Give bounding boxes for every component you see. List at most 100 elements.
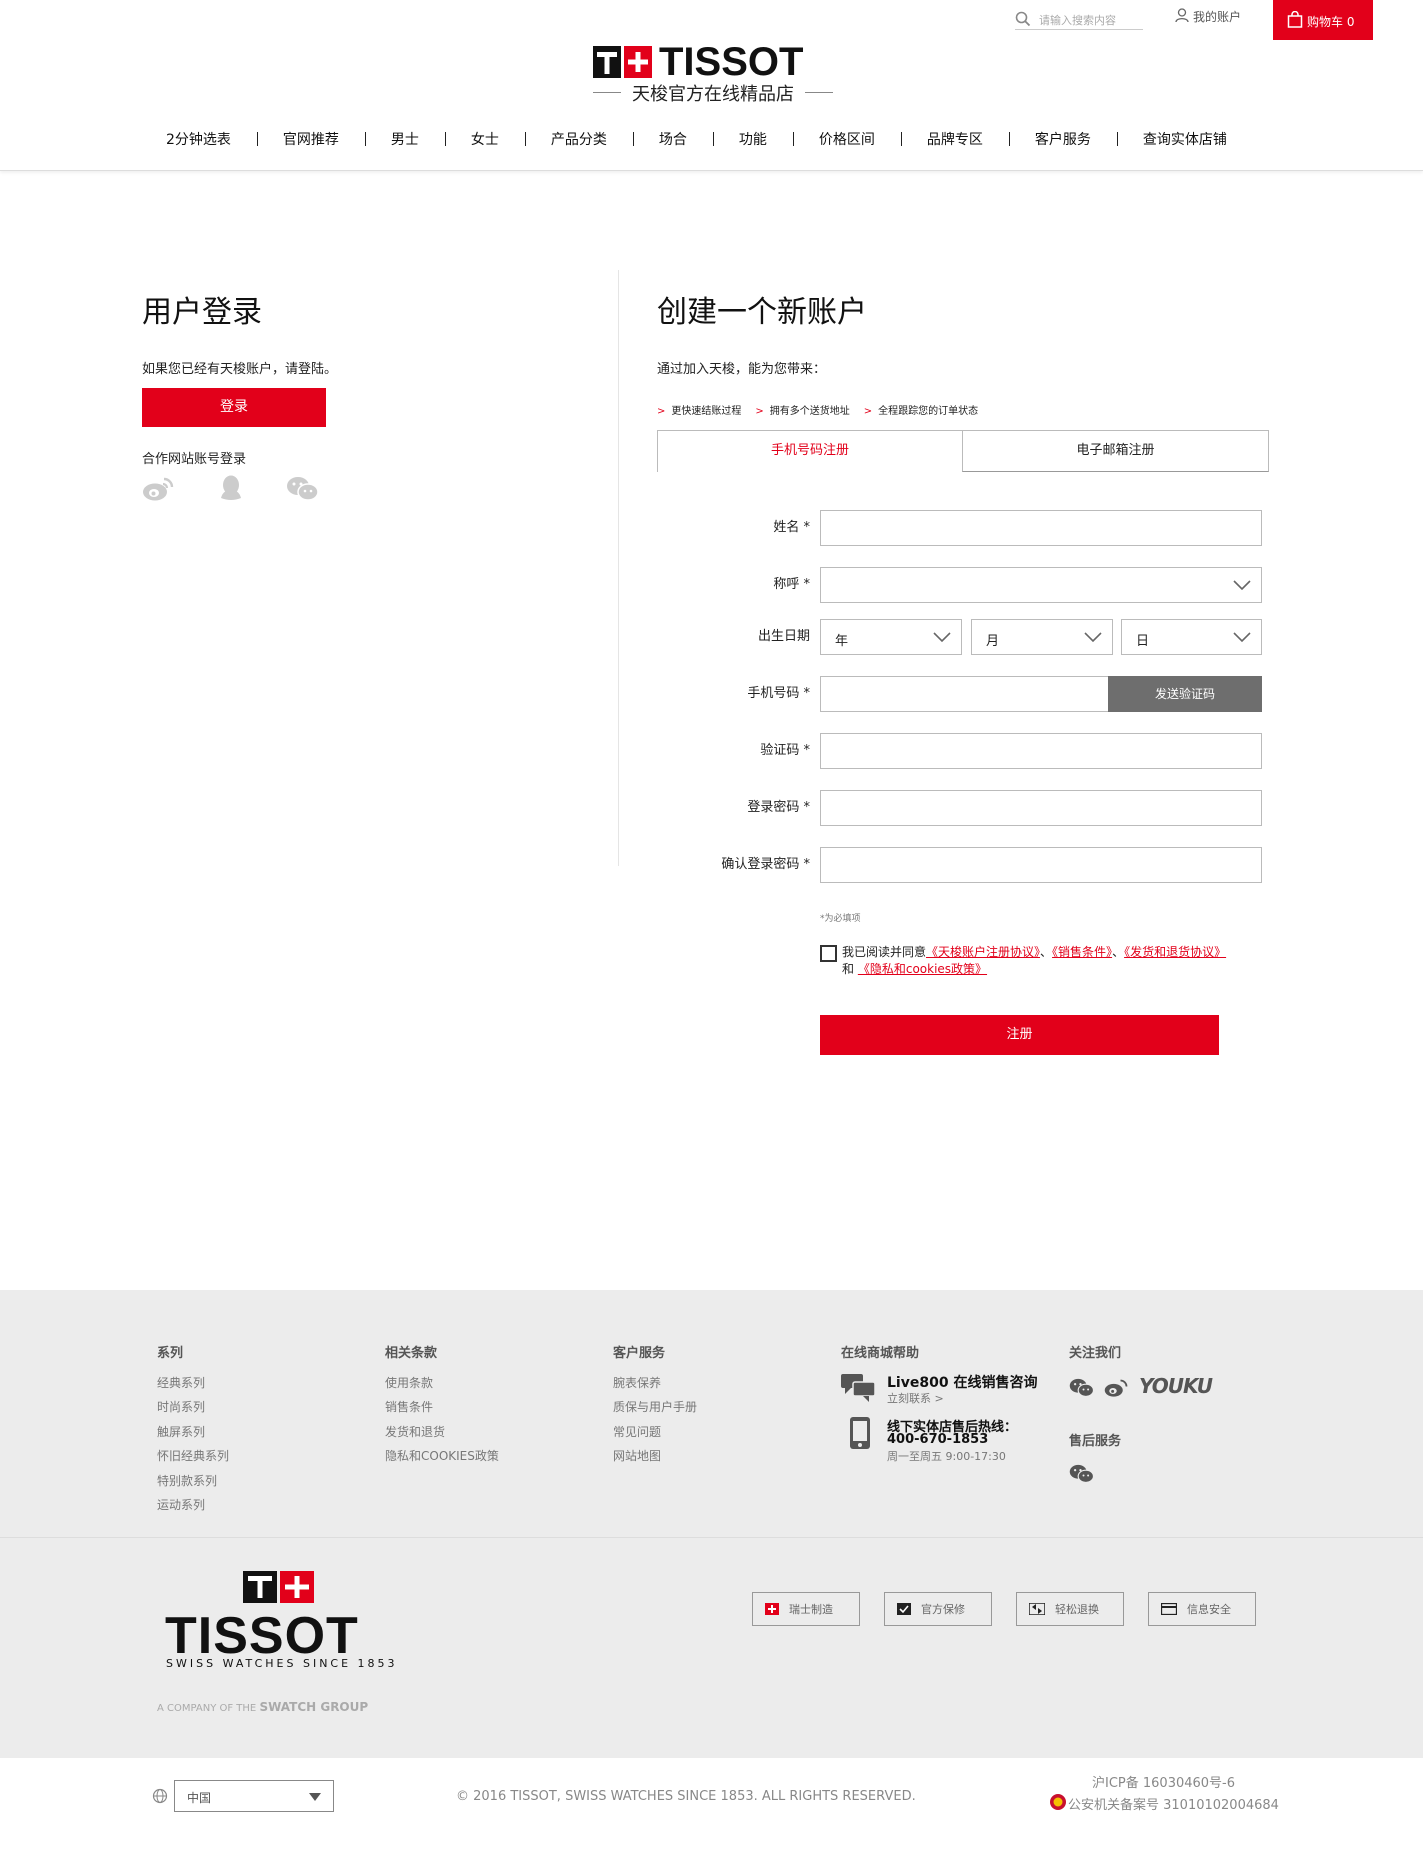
nav-item-brand[interactable]: 品牌专区 <box>900 129 1009 149</box>
chevron-down-icon <box>1084 632 1102 643</box>
nav-item-selector[interactable]: 2分钟选表 <box>140 129 257 149</box>
cart-button[interactable]: 购物车 0 <box>1273 0 1373 40</box>
benefit-item: > 拥有多个送货地址 <box>755 406 850 417</box>
footer-link[interactable]: 发货和退货 <box>385 1423 445 1440</box>
footer-link[interactable]: 触屏系列 <box>157 1423 205 1440</box>
footer-link[interactable]: 特别款系列 <box>157 1472 217 1489</box>
search-icon[interactable] <box>1015 11 1031 27</box>
footer-col-terms-title: 相关条款 <box>385 1346 438 1361</box>
footer-link[interactable]: 隐私和COOKIES政策 <box>385 1447 499 1464</box>
name-label: 姓名 * <box>773 520 810 535</box>
copyright-text: © 2016 TISSOT, SWISS WATCHES SINCE 1853.… <box>456 1789 916 1804</box>
swatch-prefix: A COMPANY OF THE <box>157 1703 257 1714</box>
send-code-button[interactable]: 发送验证码 <box>1108 676 1262 712</box>
register-submit-button[interactable]: 注册 <box>820 1015 1219 1055</box>
wechat-after-sales[interactable] <box>1069 1464 1095 1488</box>
password-field[interactable] <box>820 790 1262 826</box>
code-field[interactable] <box>820 733 1262 769</box>
sales-terms-link[interactable]: 《销售条件》 <box>1052 945 1112 959</box>
tab-phone-register[interactable]: 手机号码注册 <box>657 430 963 472</box>
qq-login[interactable] <box>217 474 245 506</box>
footer-link[interactable]: 销售条件 <box>385 1398 433 1415</box>
footer-link[interactable]: 经典系列 <box>157 1374 205 1391</box>
footer-link[interactable]: 质保与用户手册 <box>613 1398 697 1415</box>
nav-item-women[interactable]: 女士 <box>444 129 525 149</box>
tag-label: 信息安全 <box>1187 1603 1231 1616</box>
footer-link[interactable]: 常见问题 <box>613 1423 661 1440</box>
shopping-bag-icon <box>1287 11 1303 28</box>
qq-icon <box>221 475 241 500</box>
footer-link[interactable]: 怀旧经典系列 <box>157 1447 229 1464</box>
birth-year-select[interactable]: 年 <box>820 619 962 655</box>
register-description: 通过加入天梭，能为您带来： <box>657 362 827 377</box>
police-record[interactable]: 公安机关备案号 31010102004684 <box>1068 1794 1279 1813</box>
register-tabs: 手机号码注册 电子邮箱注册 <box>657 430 1269 472</box>
nav-item-service[interactable]: 客户服务 <box>1008 129 1117 149</box>
nav-item-stores[interactable]: 查询实体店铺 <box>1116 129 1253 149</box>
agree-separator: 、 <box>1040 945 1053 959</box>
footer-col-help-title: 在线商城帮助 <box>841 1346 920 1361</box>
tissot-cross-logo-icon <box>243 1571 314 1603</box>
wechat-login[interactable] <box>286 476 320 506</box>
login-button[interactable]: 登录 <box>142 388 326 427</box>
copyright-bar: 中国 © 2016 TISSOT, SWISS WATCHES SINCE 18… <box>0 1758 1423 1849</box>
live-chat-title[interactable]: Live800 在线销售咨询 <box>887 1372 1037 1392</box>
tab-email-register[interactable]: 电子邮箱注册 <box>962 430 1269 472</box>
footer-link[interactable]: 时尚系列 <box>157 1398 205 1415</box>
after-sales-title: 售后服务 <box>1069 1434 1122 1449</box>
login-description: 如果您已经有天梭账户，请登陆。 <box>142 362 338 377</box>
tag-returns: 轻松退换 <box>1016 1592 1124 1626</box>
wechat-follow[interactable] <box>1069 1378 1095 1402</box>
password-label: 登录密码 * <box>747 800 810 815</box>
birth-month-select[interactable]: 月 <box>971 619 1113 655</box>
my-account-link[interactable]: 我的账户 <box>1175 8 1241 25</box>
shipping-return-link[interactable]: 《发货和退货协议》 <box>1124 945 1226 959</box>
footer-col-follow-title: 关注我们 <box>1069 1346 1122 1361</box>
logo-wordmark: TISSOT <box>659 40 804 84</box>
search-box[interactable]: 请输入搜索内容 <box>1015 8 1143 30</box>
footer-link[interactable]: 腕表保养 <box>613 1374 661 1391</box>
privacy-policy-link[interactable]: 《隐私和cookies政策》 <box>858 962 987 976</box>
footer-link[interactable]: 运动系列 <box>157 1496 205 1513</box>
nav-item-recommend[interactable]: 官网推荐 <box>256 129 365 149</box>
search-input[interactable]: 请输入搜索内容 <box>1039 12 1116 28</box>
chevron-down-icon <box>1233 632 1251 643</box>
nav-item-men[interactable]: 男士 <box>364 129 445 149</box>
birth-year-value: 年 <box>835 634 849 649</box>
nav-item-categories[interactable]: 产品分类 <box>524 129 633 149</box>
confirm-password-field[interactable] <box>820 847 1262 883</box>
live-chat-link[interactable]: 立刻联系 > <box>887 1390 944 1406</box>
swiss-flag-icon <box>765 1603 779 1615</box>
footer-link[interactable]: 使用条款 <box>385 1374 433 1391</box>
weibo-follow[interactable] <box>1104 1378 1128 1402</box>
login-title: 用户登录 <box>142 295 262 330</box>
chevron-down-icon <box>1233 580 1251 591</box>
cart-label: 购物车 0 <box>1307 15 1355 29</box>
region-select[interactable]: 中国 <box>174 1780 334 1812</box>
weibo-login[interactable] <box>142 476 174 506</box>
footer-brand: TISSOT SWISS WATCHES SINCE 1853 A COMPAN… <box>0 1538 1423 1758</box>
name-field[interactable] <box>820 510 1262 546</box>
user-icon <box>1175 8 1189 23</box>
youku-link[interactable]: YOUKU <box>1139 1374 1213 1398</box>
tag-swiss-made: 瑞士制造 <box>752 1592 860 1626</box>
live-chat-icon <box>841 1372 876 1406</box>
region-value: 中国 <box>187 1791 212 1805</box>
nav-item-occasion[interactable]: 场合 <box>632 129 713 149</box>
icp-record[interactable]: 沪ICP备 16030460号-6 <box>1092 1772 1235 1791</box>
tag-warranty: 官方保修 <box>884 1592 992 1626</box>
phone-label: 手机号码 * <box>747 686 810 701</box>
phone-field[interactable] <box>820 676 1109 712</box>
confirm-password-label: 确认登录密码 * <box>721 857 810 872</box>
footer-link[interactable]: 网站地图 <box>613 1447 661 1464</box>
swatch-line: A COMPANY OF THE SWATCH GROUP <box>157 1700 368 1714</box>
footer-logo-tagline: SWISS WATCHES SINCE 1853 <box>166 1657 398 1670</box>
footer-col-service-title: 客户服务 <box>613 1346 666 1361</box>
birth-day-value: 日 <box>1136 634 1150 649</box>
salutation-select[interactable] <box>820 567 1262 603</box>
nav-item-price[interactable]: 价格区间 <box>792 129 901 149</box>
account-agreement-link[interactable]: 《天梭账户注册协议》 <box>926 945 1040 959</box>
tag-label: 轻松退换 <box>1055 1603 1099 1616</box>
nav-item-function[interactable]: 功能 <box>712 129 793 149</box>
birth-day-select[interactable]: 日 <box>1121 619 1262 655</box>
